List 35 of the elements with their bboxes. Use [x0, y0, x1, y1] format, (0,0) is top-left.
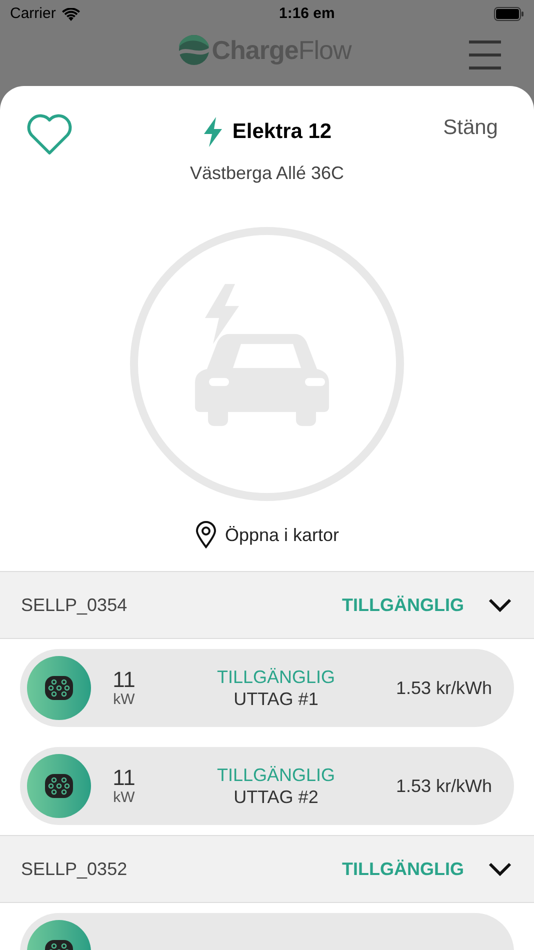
power-unit: kW	[113, 790, 135, 806]
station-header[interactable]: SELLP_0354 TILLGÄNGLIG	[0, 571, 534, 639]
connector-icon	[27, 754, 91, 818]
chevron-icon	[488, 598, 512, 612]
power-unit: kW	[113, 692, 135, 708]
menu-icon[interactable]	[468, 40, 502, 70]
power-value: 11	[112, 668, 136, 692]
connector-icon	[27, 656, 91, 720]
station-status: TILLGÄNGLIG	[342, 594, 464, 616]
globe-logo-icon	[178, 35, 209, 65]
station-id: SELLP_0354	[21, 594, 128, 616]
outlet-status: TILLGÄNGLIG	[216, 666, 335, 688]
wifi-icon	[62, 8, 80, 20]
power-value: 11	[112, 766, 136, 790]
chevron-icon	[488, 862, 512, 876]
station-status: TILLGÄNGLIG	[342, 858, 464, 880]
station-id: SELLP_0352	[21, 858, 128, 880]
favorite-heart-icon[interactable]	[27, 114, 72, 155]
close-button[interactable]: Stäng	[443, 112, 498, 144]
outlet-price: 1.53 kr/kWh	[396, 676, 492, 700]
outlet-status: TILLGÄNGLIG	[216, 764, 335, 786]
station-header[interactable]: SELLP_0352 TILLGÄNGLIG	[0, 835, 534, 903]
outlet-name: UTTAG #2	[234, 786, 318, 808]
outlet-price: 1.53 kr/kWh	[396, 774, 492, 798]
outlet-card[interactable]: 11 kW TILLGÄNGLIG UTTAG #1 1.53 kr/kWh	[20, 649, 514, 727]
station-title: Elektra 12	[232, 119, 332, 145]
outlet-name: UTTAG #1	[234, 688, 318, 710]
clock: 1:16 em	[278, 4, 335, 24]
station-address: Västberga Allé 36C	[188, 162, 346, 185]
lightning-icon	[202, 116, 224, 147]
carrier-label: Carrier	[10, 4, 56, 24]
location-pin-icon	[194, 521, 217, 549]
open-in-maps-link[interactable]: Öppna i kartor	[194, 521, 340, 549]
outlet-card[interactable]: 11 kW TILLGÄNGLIG UTTAG #2 1.53 kr/kWh	[20, 747, 514, 825]
battery-icon	[494, 7, 524, 21]
